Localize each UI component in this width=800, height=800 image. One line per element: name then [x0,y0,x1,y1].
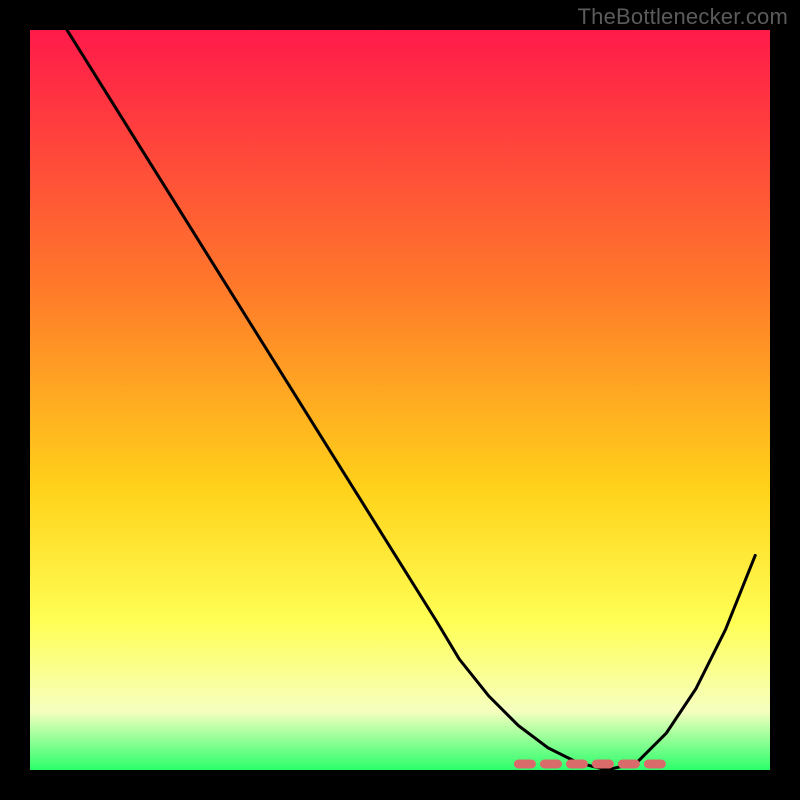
bottleneck-curve [67,30,755,770]
watermark-text: TheBottlenecker.com [578,4,788,30]
curve-layer [30,30,770,770]
plot-area [30,30,770,770]
chart-frame: TheBottlenecker.com [0,0,800,800]
